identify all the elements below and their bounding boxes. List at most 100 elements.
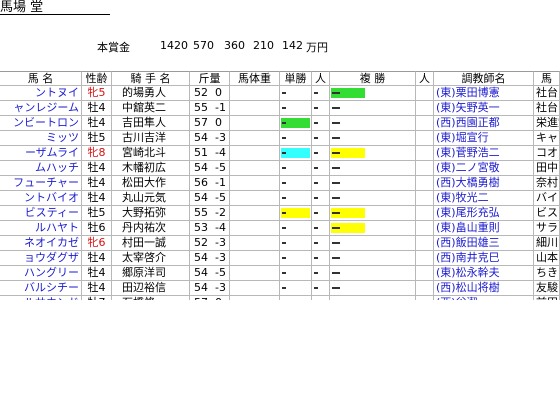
col-weight[interactable]: 斤量 [190, 71, 230, 86]
horse-name[interactable]: ンビートロン [0, 116, 82, 131]
trainer[interactable]: (東)栗田博憲 [434, 86, 534, 101]
trainer[interactable]: (東)尾形充弘 [434, 206, 534, 221]
table-row[interactable]: ントヌイ牝5的場勇人52 0(東)栗田博憲社台レー [0, 86, 560, 101]
table-row[interactable]: ミッツ牡5古川吉洋54 -3 (東)堀宣行キャロッ [0, 131, 560, 146]
col-pop2[interactable]: 人 [416, 71, 434, 86]
table-row[interactable]: ンビートロン牡4吉田隼人57 0(西)西園正都栄進堂 [0, 116, 560, 131]
owner[interactable]: 奈村 信 [534, 176, 560, 191]
trainer[interactable]: (東)菅野浩二 [434, 146, 534, 161]
trainer[interactable]: (西)大橋勇樹 [434, 176, 534, 191]
trainer[interactable]: (東)牧光二 [434, 191, 534, 206]
weight-value: 52 [194, 86, 208, 99]
horse-name[interactable]: ルハヤト [0, 221, 82, 236]
body-weight [230, 176, 280, 191]
col-pop1[interactable]: 人 [312, 71, 330, 86]
trainer-name: 松永幹夫 [455, 266, 500, 279]
trainer[interactable]: (東)二ノ宮敬 [434, 161, 534, 176]
trainer[interactable]: (西)松山将樹 [434, 281, 534, 296]
col-place[interactable]: 複 勝 [330, 71, 416, 86]
table-row[interactable]: ネオイカゼ牝6村田一誠52 -3(西)飯田雄三細川 益 [0, 236, 560, 251]
jockey-name[interactable]: 大野拓弥 [112, 206, 190, 221]
horse-name[interactable]: ミッツ [0, 131, 82, 146]
col-horse[interactable]: 馬 名 [0, 71, 82, 86]
table-row[interactable]: ャンレジーム牡4中舘英二55 -1(東)矢野英一社台レー [0, 101, 560, 116]
owner[interactable]: コオロ [534, 146, 560, 161]
jockey-name[interactable]: 松田大作 [112, 176, 190, 191]
owner[interactable]: 栄進堂 [534, 116, 560, 131]
jockey-name[interactable]: 太宰啓介 [112, 251, 190, 266]
col-jockey[interactable]: 騎 手 名 [112, 71, 190, 86]
jockey-name[interactable]: 古川吉洋 [112, 131, 190, 146]
table-row[interactable]: ーザムライ牝8宮崎北斗51 -4(東)菅野浩二コオロ [0, 146, 560, 161]
odds-marker [332, 287, 340, 289]
jockey-name[interactable]: 丸山元気 [112, 191, 190, 206]
trainer[interactable]: (西)南井克巳 [434, 251, 534, 266]
horse-name[interactable]: ムハッチ [0, 161, 82, 176]
jockey-name[interactable]: 丹内祐次 [112, 221, 190, 236]
table-row[interactable]: ハングリー牡4郷原洋司54 -5(東)松永幹夫ちきり組 [0, 266, 560, 281]
owner[interactable]: 田中 パ [534, 161, 560, 176]
col-bodyweight[interactable]: 馬体重 [230, 71, 280, 86]
horse-name[interactable]: フューチャー [0, 176, 82, 191]
owner[interactable]: 社台レー [534, 101, 560, 116]
trainer-name: 牧光二 [455, 191, 489, 204]
horse-name[interactable]: ャンレジーム [0, 101, 82, 116]
jockey-name[interactable]: 田辺裕信 [112, 281, 190, 296]
horse-name[interactable]: ントヌイ [0, 86, 82, 101]
body-weight [230, 251, 280, 266]
owner[interactable]: サラブレ [534, 221, 560, 236]
horse-name[interactable]: ハングリー [0, 266, 82, 281]
weight: 52 0 [190, 86, 230, 101]
horse-name[interactable]: ビスティー [0, 206, 82, 221]
col-trainer[interactable]: 調教師名 [434, 71, 534, 86]
horse-name[interactable]: ョウダグザ [0, 251, 82, 266]
table-row[interactable]: ルハヤト牡6丹内祐次53 -4(東)畠山重則サラブレ [0, 221, 560, 236]
weight: 53 -4 [190, 221, 230, 236]
jockey-name[interactable]: 村田一誠 [112, 236, 190, 251]
col-win[interactable]: 単勝 [280, 71, 312, 86]
trainer[interactable]: (東)畠山重則 [434, 221, 534, 236]
horse-name[interactable]: ントバイオ [0, 191, 82, 206]
owner[interactable]: ちきり組 [534, 266, 560, 281]
table-row[interactable]: ントバイオ牡4丸山元気54 -5(東)牧光二バイオ [0, 191, 560, 206]
jockey-name[interactable]: 木幡初広 [112, 161, 190, 176]
jockey-name[interactable]: 郷原洋司 [112, 266, 190, 281]
sex-age: 牡4 [82, 161, 112, 176]
owner[interactable]: バイオ [534, 191, 560, 206]
trainer[interactable]: (西)西園正都 [434, 116, 534, 131]
odds-marker [282, 92, 286, 94]
horse-name[interactable]: ーザムライ [0, 146, 82, 161]
place-odds [330, 146, 416, 161]
trainer[interactable]: (西)飯田雄三 [434, 236, 534, 251]
jockey-name[interactable]: 宮崎北斗 [112, 146, 190, 161]
owner[interactable]: 友駿ホー [534, 281, 560, 296]
jockey-name[interactable]: 吉田隼人 [112, 116, 190, 131]
win-popularity [312, 86, 330, 101]
table-row[interactable]: ビスティー牡5大野拓弥55 -2(東)尾形充弘ビスティ [0, 206, 560, 221]
trainer[interactable]: (東)矢野英一 [434, 101, 534, 116]
horse-name[interactable]: ネオイカゼ [0, 236, 82, 251]
owner[interactable]: 社台レー [534, 86, 560, 101]
col-owner[interactable]: 馬 [534, 71, 560, 86]
jockey-name[interactable]: 中舘英二 [112, 101, 190, 116]
col-sexage[interactable]: 性齢 [82, 71, 112, 86]
table-row[interactable]: ョウダグザ牡4太宰啓介54 -3(西)南井克巳山本 好 [0, 251, 560, 266]
jockey-name[interactable]: 的場勇人 [112, 86, 190, 101]
owner[interactable]: 細川 益 [534, 236, 560, 251]
sex-age: 牡5 [82, 131, 112, 146]
table-row[interactable]: バルシチー牡4田辺裕信54 -3(西)松山将樹友駿ホー [0, 281, 560, 296]
table-row[interactable]: フューチャー牡4松田大作56 -1(西)大橋勇樹奈村 信 [0, 176, 560, 191]
trainer-region: (西) [436, 236, 456, 249]
weight-diff: 0 [215, 86, 222, 99]
odds-marker [314, 137, 318, 139]
weight: 54 -3 [190, 131, 230, 146]
trainer[interactable]: (東)松永幹夫 [434, 266, 534, 281]
trainer-region: (西) [436, 251, 456, 264]
body-weight [230, 161, 280, 176]
trainer[interactable]: (東)堀宣行 [434, 131, 534, 146]
horse-name[interactable]: バルシチー [0, 281, 82, 296]
owner[interactable]: ビスティ [534, 206, 560, 221]
owner[interactable]: キャロッ [534, 131, 560, 146]
table-row[interactable]: ムハッチ牡4木幡初広54 -5(東)二ノ宮敬田中 パ [0, 161, 560, 176]
owner[interactable]: 山本 好 [534, 251, 560, 266]
